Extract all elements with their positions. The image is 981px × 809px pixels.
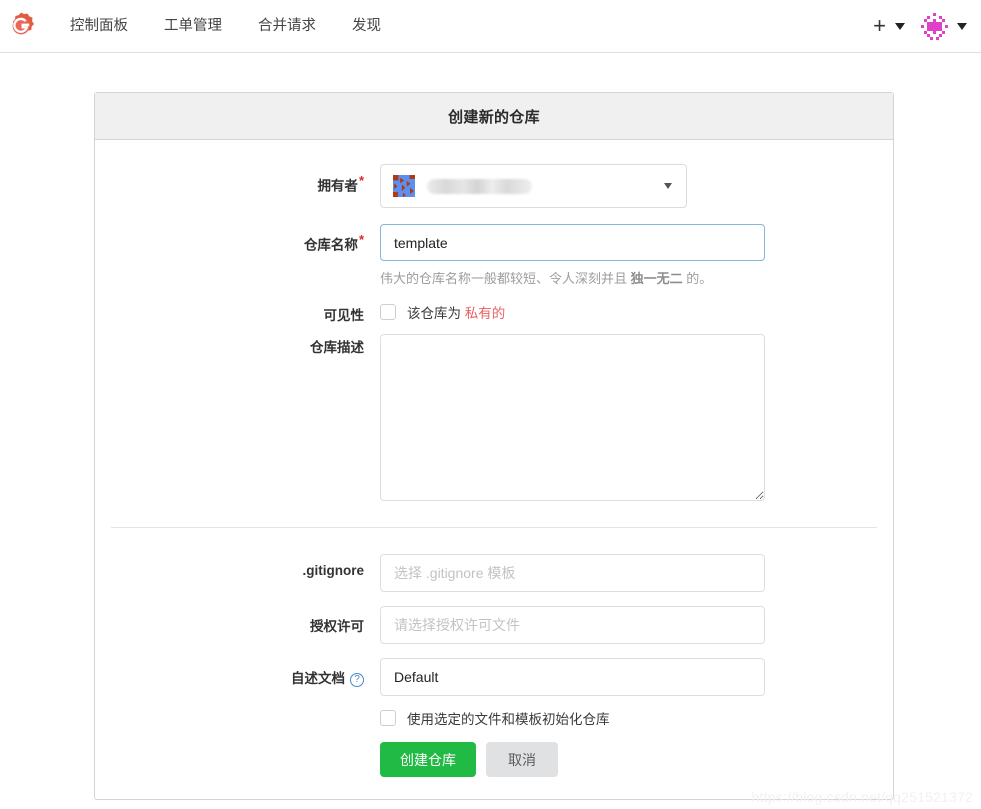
repo-name-label: 仓库名称* [303,232,364,253]
license-control [380,606,893,645]
visibility-control: 该仓库为 私有的 [380,294,893,322]
description-label: 仓库描述 [310,340,364,356]
actions-spacer [95,738,380,747]
create-repository-card: 创建新的仓库 拥有者* 仓库名称* template 伟大的仓库名称一般都较短、… [94,92,894,801]
license-label: 授权许可 [310,619,364,635]
card-body: 拥有者* 仓库名称* template 伟大的仓库名称一般都较短、令人深刻并且 … [95,140,893,799]
gitignore-control [380,554,893,593]
field-visibility: 可见性 该仓库为 私有的 [95,294,893,324]
repo-name-input[interactable] [380,224,765,261]
visibility-checkbox-row: 该仓库为 私有的 [380,294,877,322]
hint-prefix: 伟大的仓库名称一般都较短、令人深刻并且 [380,271,631,286]
card-header: 创建新的仓库 [95,93,893,140]
chevron-down-icon [664,183,672,189]
field-repo-name: 仓库名称* 伟大的仓库名称一般都较短、令人深刻并且 独一无二 的。 [95,224,893,288]
hint-suffix: 的。 [682,271,713,286]
gitea-logo-icon[interactable] [6,11,36,41]
top-navbar: 控制面板 工单管理 合并请求 发现 + [0,0,981,53]
owner-select[interactable] [380,164,687,208]
nav-links: 控制面板 工单管理 合并请求 发现 [52,0,399,53]
repo-name-hint: 伟大的仓库名称一般都较短、令人深刻并且 独一无二 的。 [380,270,877,288]
create-repository-button[interactable]: 创建仓库 [380,742,476,778]
page-title: 创建新的仓库 [448,108,540,126]
nav-link-pulls[interactable]: 合并请求 [240,0,334,53]
page-content: 创建新的仓库 拥有者* 仓库名称* template 伟大的仓库名称一般都较短、… [0,53,981,809]
readme-control [380,658,893,697]
user-avatar-identicon [921,12,948,40]
gitignore-label: .gitignore [302,563,365,579]
init-checkbox-label: 使用选定的文件和模板初始化仓库 [407,712,610,728]
visibility-label: 可见性 [323,308,365,324]
init-control: 使用选定的文件和模板初始化仓库 [380,708,893,728]
owner-avatar-identicon [393,175,415,197]
field-owner: 拥有者* [95,164,893,208]
hint-strong: 独一无二 [630,271,683,286]
gitignore-input[interactable] [380,554,765,593]
actions-control: 创建仓库 取消 [380,738,893,778]
field-description: 仓库描述 [95,334,893,502]
cancel-button[interactable]: 取消 [486,742,558,778]
owner-control [380,164,893,208]
nav-right-group: + [873,0,981,53]
question-circle-icon[interactable]: ? [350,672,364,687]
required-marker: * [358,173,364,188]
description-textarea[interactable] [380,334,765,502]
chevron-down-icon [957,22,967,30]
field-readme: 自述文档? [95,658,893,697]
init-checkbox[interactable] [380,710,396,727]
watermark: https://blog.csdn.net/qq251521372 [751,789,973,805]
description-control [380,334,893,502]
repo-name-control: 伟大的仓库名称一般都较短、令人深刻并且 独一无二 的。 [380,224,893,288]
field-gitignore: .gitignore [95,554,893,593]
user-menu[interactable] [921,12,967,40]
create-new-menu[interactable]: + [873,15,905,37]
visibility-checkbox-label: 该仓库为 私有的 [407,306,506,322]
license-input[interactable] [380,606,765,645]
field-license: 授权许可 [95,606,893,645]
init-spacer [95,708,380,717]
field-actions: 创建仓库 取消 [95,738,893,778]
plus-icon: + [873,13,886,38]
init-checkbox-row: 使用选定的文件和模板初始化仓库 [380,708,877,728]
section-divider [111,527,877,529]
readme-input[interactable] [380,658,765,697]
owner-name-redacted [427,178,532,194]
private-text: 私有的 [464,306,506,322]
nav-link-explore[interactable]: 发现 [334,0,399,53]
required-marker: * [358,232,364,247]
readme-label: 自述文档? [95,658,380,687]
owner-label: 拥有者* [317,173,364,194]
action-buttons: 创建仓库 取消 [380,738,877,778]
nav-link-dashboard[interactable]: 控制面板 [52,0,146,53]
field-init-checkbox: 使用选定的文件和模板初始化仓库 [95,708,893,728]
nav-link-issues[interactable]: 工单管理 [146,0,240,53]
visibility-checkbox[interactable] [380,304,396,321]
chevron-down-icon [895,22,905,30]
